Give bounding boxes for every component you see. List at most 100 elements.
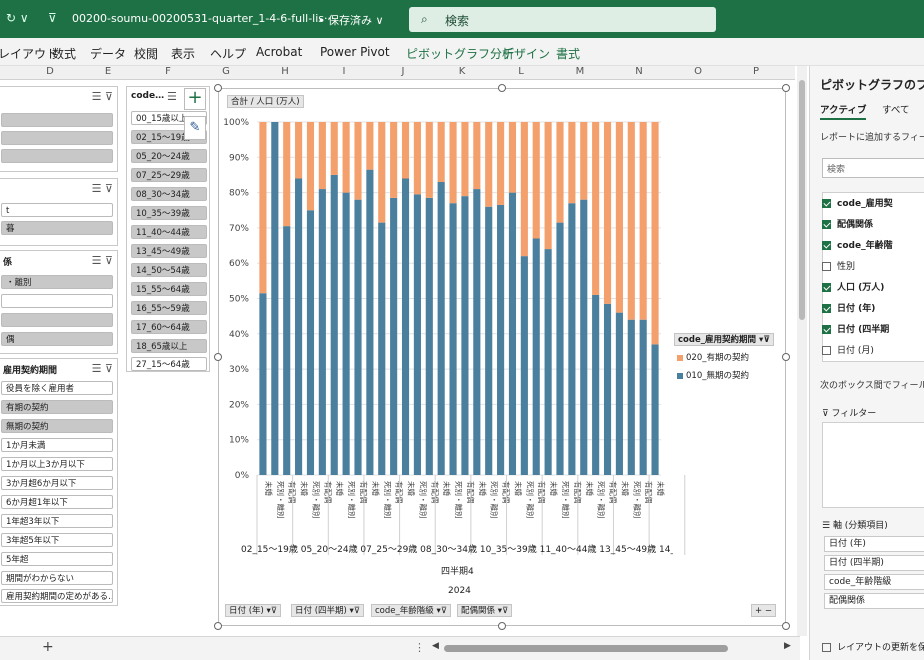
bar-fixed-term[interactable] — [259, 122, 267, 294]
slicer-item[interactable]: 期間がわからない — [1, 571, 113, 585]
slicer-2[interactable]: ☰ ⊽ t 暮 — [0, 178, 118, 246]
slicer-item[interactable]: 10_35～39歳 — [131, 206, 207, 220]
slicer-multiselect-icon[interactable]: ☰ — [167, 90, 177, 103]
tab-power-pivot[interactable]: Power Pivot — [320, 45, 390, 59]
slicer-item[interactable] — [1, 131, 113, 145]
bar-indefinite[interactable] — [508, 192, 517, 475]
bar-indefinite[interactable] — [283, 226, 291, 475]
slicer-item[interactable] — [1, 313, 113, 327]
slicer-item[interactable]: 15_55～64歳 — [131, 282, 207, 296]
bar-indefinite[interactable] — [603, 303, 612, 475]
column-header[interactable]: M — [570, 66, 590, 77]
column-header[interactable]: H — [275, 66, 295, 77]
bar-indefinite[interactable] — [413, 194, 421, 475]
bar-fixed-term[interactable] — [318, 122, 326, 190]
checkbox-checked-icon[interactable] — [822, 304, 831, 313]
bar-fixed-term[interactable] — [378, 122, 386, 223]
vertical-scroll-thumb[interactable] — [799, 80, 805, 320]
column-header[interactable]: F — [158, 66, 178, 77]
tab-design[interactable]: デザイン — [502, 45, 550, 62]
chart-elements-plus-icon[interactable]: + — [184, 88, 206, 110]
file-name[interactable]: 00200-soumu-00200531-quarter_1-4-6-full-… — [72, 12, 335, 25]
axis-field-button-marital[interactable]: 配偶関係 ▾⊽ — [457, 604, 513, 617]
slicer-item[interactable]: 13_45～49歳 — [131, 244, 207, 258]
slicer-multiselect-icon[interactable]: ☰ ⊽ — [92, 90, 113, 103]
tab-formulas[interactable]: 数式 — [52, 45, 76, 62]
bar-fixed-term[interactable] — [639, 122, 647, 320]
scroll-left-icon[interactable]: ◀ — [432, 641, 439, 651]
slicer-item[interactable]: 雇用契約期間の定めがある… — [1, 589, 113, 603]
slicer-item[interactable]: 役員を除く雇用者 — [1, 381, 113, 395]
bar-indefinite[interactable] — [497, 204, 505, 475]
axis-field-button-age[interactable]: code_年齢階級 ▾⊽ — [371, 604, 451, 617]
resize-handle[interactable] — [214, 84, 222, 92]
slicer-item[interactable]: t — [1, 203, 113, 217]
bar-indefinite[interactable] — [342, 192, 350, 475]
bar-indefinite[interactable] — [401, 178, 410, 475]
bar-fixed-term[interactable] — [556, 122, 564, 223]
tab-format[interactable]: 書式 — [556, 45, 580, 62]
bar-indefinite[interactable] — [271, 122, 279, 475]
slicer-item[interactable]: 1か月以上3か月以下 — [1, 457, 113, 471]
bar-fixed-term[interactable] — [568, 122, 576, 204]
bar-fixed-term[interactable] — [532, 122, 540, 239]
bar-fixed-term[interactable] — [520, 122, 528, 257]
bar-fixed-term[interactable] — [615, 122, 623, 313]
slicer-item[interactable]: 1年超3年以下 — [1, 514, 113, 528]
axis-area-item[interactable]: 配偶関係 — [824, 593, 924, 609]
bar-indefinite[interactable] — [485, 206, 493, 475]
slicer-clear-filter-icon[interactable]: ☰ ⊽ — [92, 362, 113, 375]
pivot-chart[interactable]: 合計 / 人口 (万人) 0% 10% 20% 30% 40% 50% 60% 70% 80% 9… — [218, 88, 786, 626]
bar-fixed-term[interactable] — [544, 122, 552, 250]
redo-icon[interactable]: ↻ ∨ — [6, 11, 29, 25]
bar-indefinite[interactable] — [449, 203, 457, 475]
slicer-item[interactable]: 6か月超1年以下 — [1, 495, 113, 509]
search-box[interactable]: ⌕ 検索 — [409, 7, 716, 32]
column-header[interactable]: P — [746, 66, 766, 77]
resize-handle[interactable] — [214, 622, 222, 630]
bar-indefinite[interactable] — [532, 238, 540, 475]
bar-indefinite[interactable] — [639, 319, 647, 475]
scroll-right-icon[interactable]: ▶ — [784, 641, 791, 651]
bar-fixed-term[interactable] — [461, 122, 469, 197]
slicer-item[interactable]: 14_50～54歳 — [131, 263, 207, 277]
filter-area-box[interactable] — [822, 422, 924, 508]
checkbox-unchecked-icon[interactable] — [822, 643, 831, 652]
axis-area-item[interactable]: 日付 (年) — [824, 536, 924, 552]
bar-indefinite[interactable] — [318, 189, 326, 475]
resize-handle[interactable] — [782, 622, 790, 630]
slicer-item[interactable]: 偶 — [1, 332, 113, 346]
column-header[interactable]: G — [216, 66, 236, 77]
slicer-item[interactable]: 無期の契約 — [1, 419, 113, 433]
field-search-input[interactable]: 検索 — [822, 158, 924, 178]
field-item[interactable]: code_雇用契 — [822, 196, 893, 209]
checkbox-checked-icon[interactable] — [822, 283, 831, 292]
vertical-scrollbar[interactable] — [797, 66, 807, 636]
slicer-item[interactable] — [1, 113, 113, 127]
bar-indefinite[interactable] — [592, 294, 600, 475]
checkbox-checked-icon[interactable] — [822, 325, 831, 334]
expand-collapse-buttons[interactable]: + − — [751, 604, 776, 617]
column-header[interactable]: D — [40, 66, 60, 77]
bar-fixed-term[interactable] — [580, 122, 588, 200]
bar-fixed-term[interactable] — [342, 122, 350, 193]
axis-field-button-year[interactable]: 日付 (年) ▾⊽ — [225, 604, 282, 617]
column-header[interactable]: K — [452, 66, 472, 77]
bar-indefinite[interactable] — [627, 319, 635, 475]
tab-view[interactable]: 表示 — [171, 45, 195, 62]
column-header[interactable]: E — [98, 66, 118, 77]
bar-fixed-term[interactable] — [413, 122, 421, 195]
slicer-item[interactable]: 18_65歳以上 — [131, 339, 207, 353]
resize-handle[interactable] — [782, 84, 790, 92]
defer-layout-update[interactable]: レイアウトの更新を保 — [822, 640, 924, 653]
bar-fixed-term[interactable] — [485, 122, 493, 207]
axis-area-item[interactable]: 日付 (四半期) — [824, 555, 924, 571]
tab-all[interactable]: すべて — [882, 102, 909, 116]
slicer-item[interactable] — [1, 149, 113, 163]
slicer-item[interactable]: 27_15～64歳 — [131, 357, 207, 371]
tab-acrobat[interactable]: Acrobat — [256, 45, 302, 59]
field-item[interactable]: 日付 (四半期 — [822, 322, 889, 335]
bar-fixed-term[interactable] — [425, 122, 433, 198]
more-options-icon[interactable]: ⋮ — [414, 641, 425, 654]
bar-indefinite[interactable] — [425, 197, 433, 475]
